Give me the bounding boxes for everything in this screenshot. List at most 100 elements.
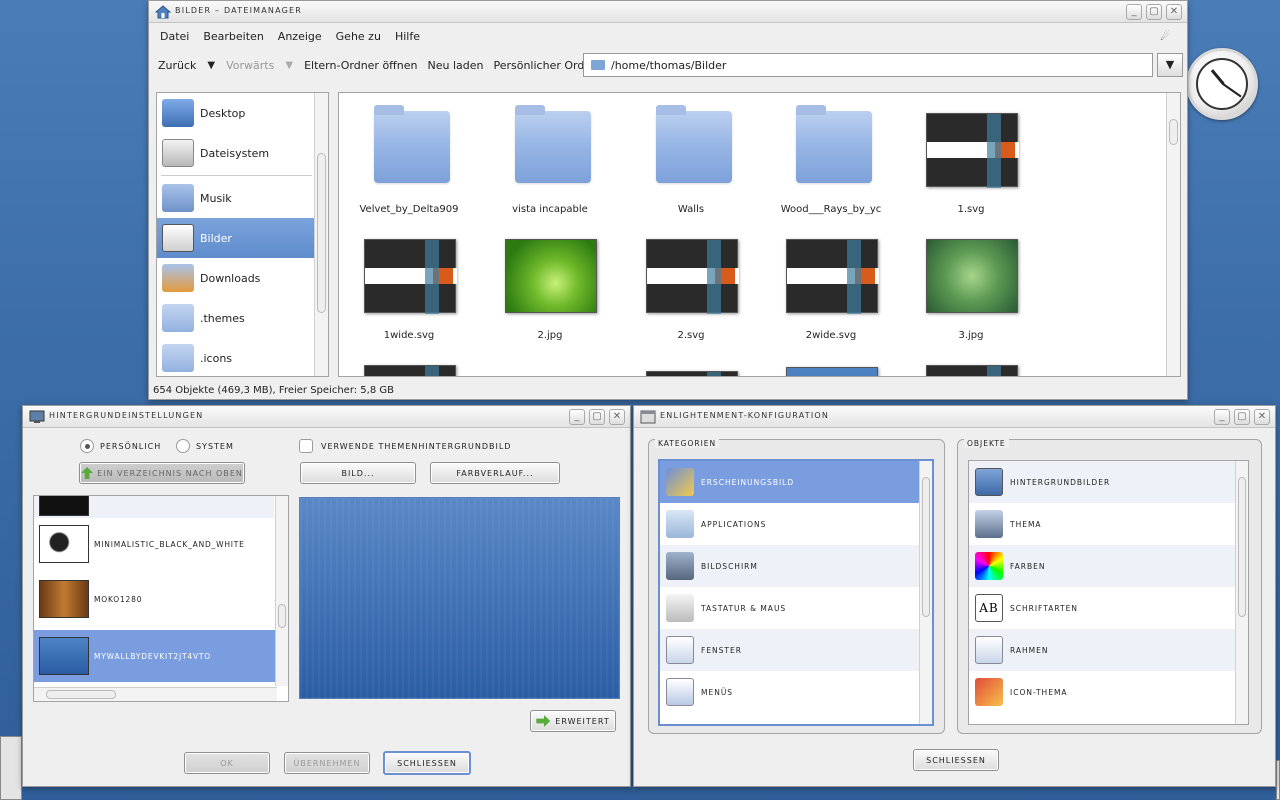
radio-system[interactable]: System <box>176 439 234 453</box>
close-button[interactable]: ✕ <box>609 409 625 425</box>
category-item-menus[interactable]: Menüs <box>660 671 924 713</box>
sidebar-item-desktop[interactable]: Desktop <box>157 93 328 133</box>
object-item-hintergrundbilder[interactable]: Hintergrundbilder <box>969 461 1235 503</box>
sidebar-item-themes[interactable]: .themes <box>157 298 328 338</box>
file-item[interactable]: vista incapable <box>480 93 620 219</box>
image-thumbnail[interactable] <box>364 365 456 376</box>
back-button[interactable]: Zurück <box>153 59 201 72</box>
sidebar-item-label: Downloads <box>200 271 261 285</box>
sidebar-item-label: Desktop <box>200 106 246 120</box>
parent-folder-button[interactable]: Eltern-Ordner öffnen <box>299 59 422 72</box>
sidebar-item-icons[interactable]: .icons <box>157 338 328 376</box>
config-close-button[interactable]: Schließen <box>913 749 999 771</box>
ok-button[interactable]: OK <box>184 752 270 774</box>
categories-scrollbar[interactable] <box>919 461 932 724</box>
forward-history-dropdown-icon[interactable]: ▼ <box>279 60 299 71</box>
list-item[interactable]: mywallbydevkit2jt4vto <box>34 630 277 682</box>
config-titlebar[interactable]: Enlightenment-Konfiguration _ ▢ ✕ <box>634 406 1275 428</box>
location-dropdown-button[interactable]: ▼ <box>1157 53 1183 77</box>
arrow-right-icon <box>536 715 551 727</box>
up-directory-button[interactable]: Ein Verzeichnis nach oben <box>79 462 245 484</box>
category-item-erscheinungsbild[interactable]: Erscheinungsbild <box>660 461 924 503</box>
object-item-icon-thema[interactable]: Icon-Thema <box>969 671 1235 713</box>
image-button[interactable]: Bild... <box>300 462 416 484</box>
file-item[interactable]: 2.jpg <box>480 219 620 345</box>
apply-button[interactable]: Übernehmen <box>284 752 370 774</box>
sidebar-item-downloads[interactable]: Downloads <box>157 258 328 298</box>
window-title: Bilder – Dateimanager <box>175 6 303 15</box>
wallpaper-list-vscrollbar[interactable] <box>275 496 288 686</box>
maximize-button[interactable]: ▢ <box>589 409 605 425</box>
reload-button[interactable]: Neu laden <box>422 59 488 72</box>
image-thumbnail[interactable] <box>646 371 738 376</box>
object-item-thema[interactable]: Thema <box>969 503 1235 545</box>
wallpaper-list-hscrollbar[interactable] <box>34 687 277 701</box>
appearance-icon <box>666 468 694 496</box>
list-item[interactable]: Moko1280 <box>34 578 274 620</box>
enlightenment-config-window: Enlightenment-Konfiguration _ ▢ ✕ Katego… <box>633 405 1276 787</box>
image-thumbnail[interactable] <box>786 367 878 376</box>
monitor-icon <box>29 409 45 425</box>
border-icon <box>975 636 1003 664</box>
panel-pager[interactable] <box>0 736 22 800</box>
file-item[interactable]: 1wide.svg <box>339 219 479 345</box>
sidebar-item-dateisystem[interactable]: Dateisystem <box>157 133 328 173</box>
objects-scrollbar[interactable] <box>1235 461 1248 724</box>
file-view-scrollbar[interactable] <box>1166 93 1180 376</box>
sidebar-scrollbar[interactable] <box>314 93 328 376</box>
file-item[interactable]: 2wide.svg <box>761 219 901 345</box>
button-label: Schließen <box>397 758 457 768</box>
file-item[interactable]: Wood___Rays_by_yc <box>761 93 901 219</box>
objects-group: Objekte Hintergrundbilder Thema Farben a… <box>957 439 1262 734</box>
close-button[interactable]: ✕ <box>1254 409 1270 425</box>
file-item[interactable]: 2.svg <box>621 219 761 345</box>
object-item-farben[interactable]: Farben <box>969 545 1235 587</box>
menu-bearbeiten[interactable]: Bearbeiten <box>196 30 270 43</box>
back-history-dropdown-icon[interactable]: ▼ <box>201 60 221 71</box>
minimize-button[interactable]: _ <box>569 409 585 425</box>
radio-indicator <box>176 439 190 453</box>
location-bar[interactable]: /home/thomas/Bilder <box>583 53 1153 77</box>
category-item-fenster[interactable]: Fenster <box>660 629 924 671</box>
object-item-schriftarten[interactable]: ab Schriftarten <box>969 587 1235 629</box>
checkbox-indicator <box>299 439 313 453</box>
file-item[interactable]: 3.jpg <box>901 219 1041 345</box>
menu-anzeige[interactable]: Anzeige <box>271 30 329 43</box>
forward-button[interactable]: Vorwärts <box>221 59 279 72</box>
advanced-button[interactable]: Erweitert <box>530 710 616 732</box>
radio-personal[interactable]: Persönlich <box>80 439 161 453</box>
menu-datei[interactable]: Datei <box>153 30 196 43</box>
gradient-button[interactable]: Farbverlauf... <box>430 462 560 484</box>
maximize-button[interactable]: ▢ <box>1146 4 1162 20</box>
menu-gehe-zu[interactable]: Gehe zu <box>329 30 388 43</box>
minimize-button[interactable]: _ <box>1214 409 1230 425</box>
object-label: Rahmen <box>1010 645 1049 655</box>
desktop-icon <box>162 99 194 127</box>
file-item[interactable]: Walls <box>621 93 761 219</box>
file-manager-titlebar[interactable]: Bilder – Dateimanager _ ▢ ✕ <box>149 1 1187 23</box>
image-thumbnail[interactable] <box>926 365 1018 376</box>
folder-icon <box>591 60 605 70</box>
category-item-bildschirm[interactable]: Bildschirm <box>660 545 924 587</box>
use-theme-wallpaper-checkbox[interactable]: Verwende Themenhintergrundbild <box>299 439 511 453</box>
background-settings-titlebar[interactable]: Hintergrundeinstellungen _ ▢ ✕ <box>23 406 630 428</box>
folder-icon <box>162 304 194 332</box>
sidebar-item-musik[interactable]: Musik <box>157 178 328 218</box>
menu-hilfe[interactable]: Hilfe <box>388 30 427 43</box>
drive-icon <box>162 139 194 167</box>
file-item[interactable]: Velvet_by_Delta909 <box>339 93 479 219</box>
close-dialog-button[interactable]: Schließen <box>383 751 471 775</box>
minimize-button[interactable]: _ <box>1126 4 1142 20</box>
list-item[interactable] <box>34 496 274 518</box>
sidebar-item-bilder[interactable]: Bilder <box>157 218 328 258</box>
object-item-rahmen[interactable]: Rahmen <box>969 629 1235 671</box>
list-item[interactable]: minimalistic_black_and_white <box>34 523 274 565</box>
close-button[interactable]: ✕ <box>1166 4 1182 20</box>
category-item-applications[interactable]: Applications <box>660 503 924 545</box>
folder-icon <box>656 105 732 183</box>
category-item-tastatur-maus[interactable]: Tastatur & Maus <box>660 587 924 629</box>
file-item[interactable]: 1.svg <box>901 93 1041 219</box>
background-settings-window: Hintergrundeinstellungen _ ▢ ✕ Persönlic… <box>22 405 631 787</box>
wallpaper-icon <box>975 468 1003 496</box>
maximize-button[interactable]: ▢ <box>1234 409 1250 425</box>
